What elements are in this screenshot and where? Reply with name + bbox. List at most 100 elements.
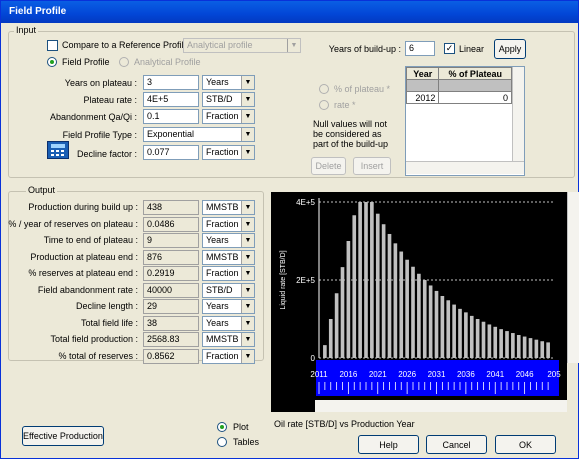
output-row-unit[interactable]: MMSTB ▼ bbox=[202, 332, 255, 347]
output-row-unit[interactable]: Fraction ▼ bbox=[202, 348, 255, 364]
chevron-down-icon: ▼ bbox=[241, 316, 254, 330]
delete-button[interactable]: Delete bbox=[311, 157, 346, 175]
output-row-label: % / year of reserves on plateau : bbox=[8, 218, 138, 229]
table-cell[interactable]: 0 bbox=[438, 91, 512, 104]
table-cell[interactable] bbox=[438, 79, 512, 92]
bar bbox=[405, 259, 409, 358]
compare-label[interactable]: Compare to a Reference Profile bbox=[62, 40, 189, 50]
bar bbox=[540, 341, 545, 358]
output-row-unit[interactable]: Years ▼ bbox=[202, 233, 255, 248]
chart-scrollbar-right[interactable] bbox=[567, 192, 579, 363]
insert-button[interactable]: Insert bbox=[353, 157, 391, 175]
chevron-down-icon: ▼ bbox=[241, 76, 254, 89]
x-tick-label: 2046 bbox=[516, 370, 534, 379]
plot-radio[interactable] bbox=[217, 422, 227, 432]
field-profile-window: Field Profile Input Compare to a Referen… bbox=[0, 0, 579, 459]
reference-profile-combo[interactable]: Analytical profile ▼ bbox=[183, 38, 301, 53]
column-header-pct-plateau[interactable]: % of Plateau bbox=[438, 67, 512, 80]
cancel-button[interactable]: Cancel bbox=[426, 435, 487, 454]
chevron-down-icon: ▼ bbox=[241, 146, 254, 159]
column-header-year[interactable]: Year bbox=[405, 67, 440, 80]
chevron-down-icon: ▼ bbox=[241, 300, 254, 313]
bar bbox=[516, 334, 521, 358]
chevron-down-icon: ▼ bbox=[287, 39, 300, 52]
chevron-down-icon: ▼ bbox=[241, 283, 254, 297]
decline-factor-input[interactable]: 0.077 bbox=[143, 145, 199, 160]
pct-plateau-label[interactable]: % of plateau * bbox=[334, 84, 390, 94]
analytical-profile-label[interactable]: Analytical Profile bbox=[134, 57, 201, 67]
output-row-value: 40000 bbox=[143, 282, 199, 298]
bar bbox=[493, 326, 498, 358]
help-button[interactable]: Help bbox=[358, 435, 419, 454]
field-profile-label[interactable]: Field Profile bbox=[62, 57, 110, 67]
chevron-down-icon: ▼ bbox=[241, 267, 254, 280]
y-tick-label: 2E+5 bbox=[296, 276, 315, 285]
bar bbox=[458, 308, 462, 358]
output-row-value: 9 bbox=[143, 233, 199, 248]
compare-checkbox[interactable] bbox=[47, 40, 58, 51]
production-chart: 4E+5 2E+5 0 Liquid rate [STB/D] 2011 2016 2021… bbox=[280, 198, 561, 396]
linear-checkbox[interactable]: ✓ bbox=[444, 43, 455, 54]
abandonment-unit[interactable]: Fraction ▼ bbox=[202, 109, 255, 124]
output-row-label: Production at plateau end : bbox=[30, 251, 138, 262]
analytical-profile-radio[interactable] bbox=[119, 57, 129, 67]
plateau-rate-unit[interactable]: STB/D ▼ bbox=[202, 92, 255, 107]
output-row-unit[interactable]: Fraction ▼ bbox=[202, 216, 255, 232]
output-row-label: Time to end of plateau : bbox=[43, 235, 138, 245]
bar bbox=[399, 251, 404, 358]
output-row-unit[interactable]: MMSTB ▼ bbox=[202, 200, 255, 215]
bar bbox=[352, 215, 357, 358]
pct-plateau-radio[interactable] bbox=[319, 84, 329, 94]
tables-label[interactable]: Tables bbox=[233, 437, 259, 447]
output-row-unit[interactable]: MMSTB ▼ bbox=[202, 249, 255, 265]
ok-button[interactable]: OK bbox=[495, 435, 556, 454]
rate-label[interactable]: rate * bbox=[334, 100, 356, 110]
output-group-label: Output bbox=[26, 185, 58, 195]
bar bbox=[534, 339, 539, 358]
decline-factor-unit[interactable]: Fraction ▼ bbox=[202, 145, 255, 160]
tables-radio[interactable] bbox=[217, 437, 227, 447]
years-buildup-input[interactable]: 6 bbox=[405, 41, 435, 56]
plot-label[interactable]: Plot bbox=[233, 422, 249, 432]
window-title: Field Profile bbox=[1, 1, 578, 23]
table-row[interactable]: 2012 0 bbox=[405, 91, 512, 104]
bar bbox=[375, 213, 380, 358]
output-row-unit[interactable]: STB/D ▼ bbox=[202, 282, 255, 298]
bar bbox=[434, 290, 439, 358]
buildup-table[interactable]: Year % of Plateau 2012 0 bbox=[405, 67, 512, 104]
linear-label[interactable]: Linear bbox=[459, 44, 484, 54]
apply-button[interactable]: Apply bbox=[494, 39, 526, 59]
bar bbox=[528, 338, 533, 358]
table-horizontal-scrollbar[interactable] bbox=[406, 161, 524, 174]
field-profile-type-combo[interactable]: Exponential ▼ bbox=[143, 127, 255, 142]
bar bbox=[487, 324, 492, 358]
rate-radio[interactable] bbox=[319, 100, 329, 110]
abandonment-input[interactable]: 0.1 bbox=[143, 109, 199, 124]
chart-scrollbar-bottom[interactable] bbox=[315, 400, 567, 412]
output-row-label: Production during build up : bbox=[28, 202, 138, 212]
output-row-unit[interactable]: Years ▼ bbox=[202, 315, 255, 331]
chevron-down-icon: ▼ bbox=[241, 217, 254, 231]
x-tick-label: 2021 bbox=[369, 370, 387, 379]
y-tick-label: 0 bbox=[311, 354, 316, 363]
bar bbox=[346, 241, 351, 358]
chevron-down-icon: ▼ bbox=[241, 128, 254, 141]
table-cell[interactable] bbox=[405, 79, 440, 92]
years-on-plateau-unit[interactable]: Years ▼ bbox=[202, 75, 255, 90]
output-row-unit[interactable]: Fraction ▼ bbox=[202, 266, 255, 281]
output-row-label: Total field production : bbox=[50, 334, 138, 344]
effective-production-button[interactable]: Effective Production bbox=[22, 426, 104, 446]
field-profile-radio[interactable] bbox=[47, 57, 57, 67]
chevron-down-icon: ▼ bbox=[241, 349, 254, 363]
output-row-value: 0.0486 bbox=[143, 216, 199, 232]
table-cell[interactable]: 2012 bbox=[405, 91, 440, 104]
bar bbox=[417, 273, 421, 358]
chevron-down-icon: ▼ bbox=[241, 333, 254, 346]
chevron-down-icon: ▼ bbox=[241, 234, 254, 247]
calculator-icon[interactable] bbox=[47, 141, 69, 159]
table-vertical-scrollbar[interactable] bbox=[512, 67, 524, 161]
years-on-plateau-input[interactable]: 3 bbox=[143, 75, 199, 90]
plateau-rate-input[interactable]: 4E+5 bbox=[143, 92, 199, 107]
output-row-unit[interactable]: Years ▼ bbox=[202, 299, 255, 314]
chevron-down-icon: ▼ bbox=[241, 110, 254, 123]
